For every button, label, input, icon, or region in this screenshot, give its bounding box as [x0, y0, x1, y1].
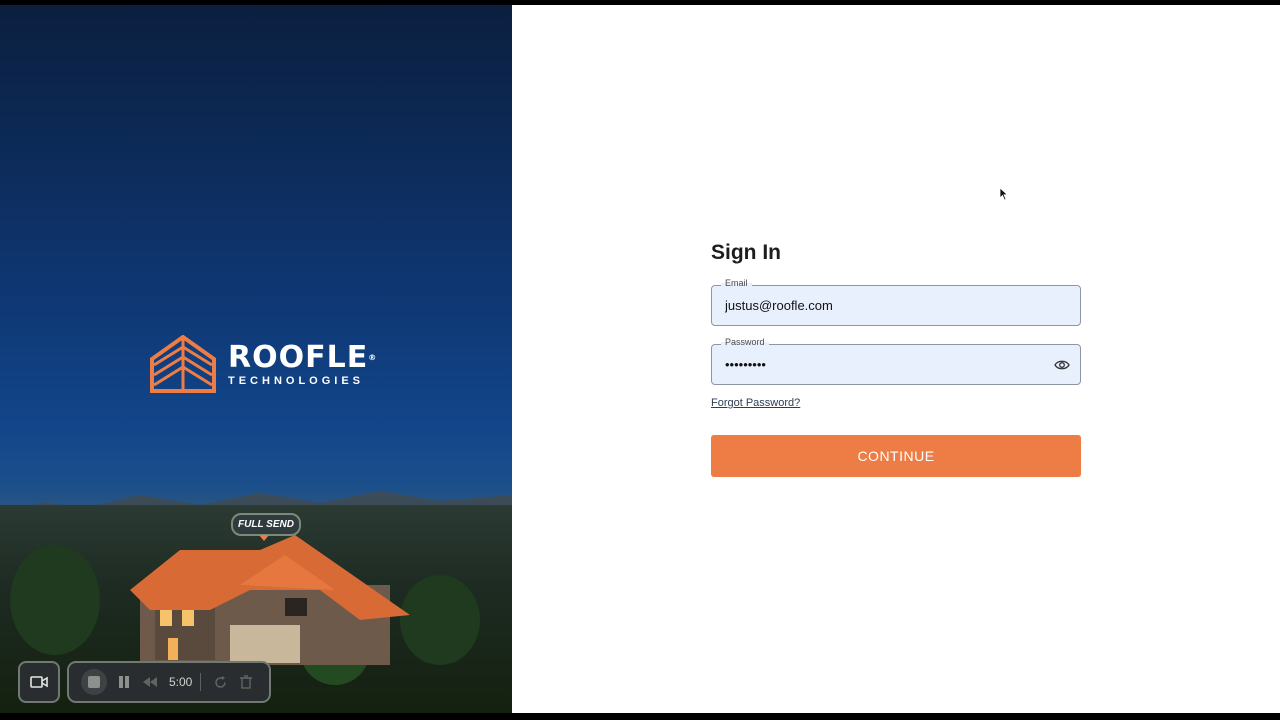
email-input[interactable] [725, 286, 1045, 325]
sign-in-panel: Sign In Email Password Forgot Password? … [512, 5, 1280, 713]
email-field: Email [711, 278, 1081, 326]
eye-icon[interactable] [1054, 358, 1070, 372]
delete-button[interactable] [233, 669, 259, 695]
page-title: Sign In [711, 241, 781, 264]
rewind-button[interactable] [137, 669, 163, 695]
tree [10, 545, 100, 655]
mouse-cursor-icon [999, 187, 1009, 201]
trash-icon [240, 675, 253, 689]
camera-icon [30, 676, 48, 688]
brand-subtitle: TECHNOLOGIES [228, 374, 365, 387]
restart-button[interactable] [207, 669, 233, 695]
roofle-logo: ROOFLE® TECHNOLOGIES [150, 335, 377, 393]
full-send-pin: FULL SEND [231, 513, 301, 541]
forgot-password-link[interactable]: Forgot Password? [711, 397, 800, 409]
stop-button[interactable] [81, 669, 107, 695]
roofle-logo-icon [150, 335, 216, 393]
camera-toggle-button[interactable] [18, 661, 60, 703]
stop-icon [88, 676, 100, 688]
toolbar-divider [200, 673, 202, 691]
password-input[interactable] [725, 345, 1045, 384]
pause-button[interactable] [111, 669, 137, 695]
pause-icon [119, 676, 129, 688]
rewind-icon [143, 677, 157, 687]
recording-time: 5:00 [169, 675, 193, 689]
hero-image: FULL SEND ROOFLE® TECHNOLOGIES 5:00 [0, 5, 512, 713]
password-field: Password [711, 337, 1081, 385]
continue-button[interactable]: CONTINUE [711, 435, 1081, 477]
restart-icon [215, 675, 226, 688]
app-frame: FULL SEND ROOFLE® TECHNOLOGIES 5:00 Sign… [0, 5, 1280, 713]
brand-name: ROOFLE® [228, 339, 378, 375]
house-illustration [130, 535, 410, 665]
recorder-toolbar: 5:00 [67, 661, 271, 703]
